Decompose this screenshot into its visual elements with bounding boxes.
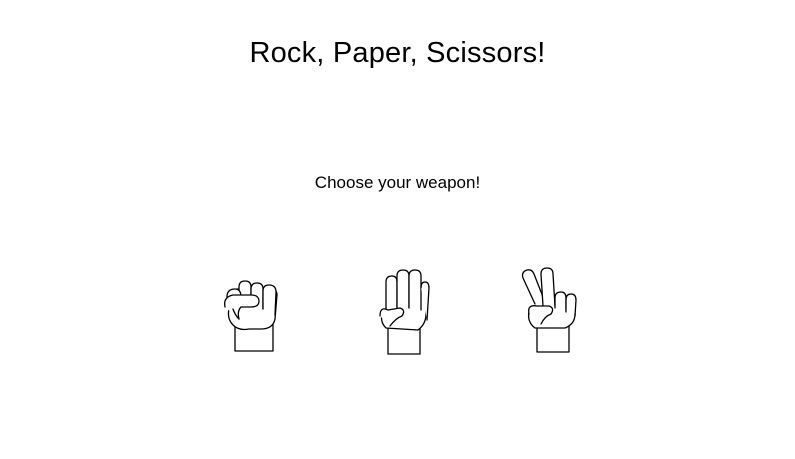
rock-button[interactable] xyxy=(217,273,283,355)
paper-open-hand-icon xyxy=(379,269,430,355)
choose-weapon-prompt: Choose your weapon! xyxy=(314,173,481,192)
scissors-peace-hand-icon xyxy=(521,267,577,353)
game-title: Rock, Paper, Scissors! xyxy=(249,37,546,69)
rock-fist-icon xyxy=(224,280,278,352)
scissors-button[interactable] xyxy=(519,266,581,356)
paper-button[interactable] xyxy=(374,268,434,356)
